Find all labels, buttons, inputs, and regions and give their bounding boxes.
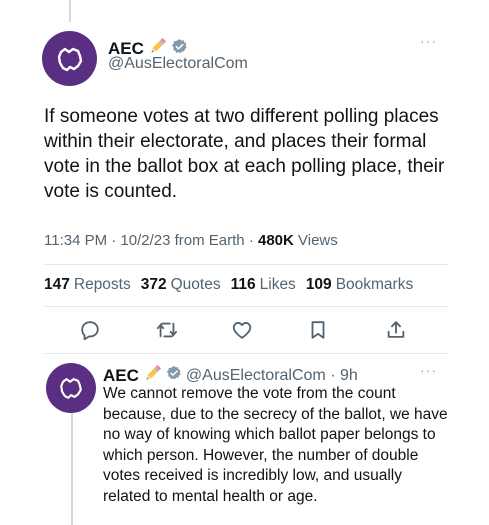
divider bbox=[44, 306, 448, 307]
views-label: Views bbox=[293, 232, 338, 249]
reply-tweet-text: We cannot remove the vote from the count… bbox=[103, 385, 448, 505]
tweet-timestamp[interactable]: 11:34 PM · 10/2/23 from Earth · bbox=[44, 232, 258, 249]
repost-icon[interactable] bbox=[155, 318, 179, 342]
verified-badge-icon bbox=[166, 365, 182, 386]
bookmarks-count: 109 bbox=[305, 276, 332, 293]
aec-avatar[interactable] bbox=[42, 31, 97, 86]
tweet-meta: 11:34 PM · 10/2/23 from Earth · 480K Vie… bbox=[44, 232, 338, 249]
reposts-count: 147 bbox=[44, 276, 70, 293]
reply-more-options-icon[interactable]: ··· bbox=[420, 362, 437, 378]
bookmark-icon[interactable] bbox=[306, 318, 330, 342]
reposts-label: Reposts bbox=[73, 276, 131, 293]
likes-stat[interactable]: 116 Likes bbox=[231, 276, 296, 294]
quotes-count: 372 bbox=[140, 276, 167, 293]
likes-count: 116 bbox=[230, 276, 256, 293]
bookmarks-stat[interactable]: 109 Bookmarks bbox=[306, 276, 413, 294]
quotes-stat[interactable]: 372 Quotes bbox=[141, 276, 221, 294]
divider bbox=[44, 264, 448, 265]
engagement-stats: 147 Reposts 372 Quotes 116 Likes 109 Bookmar… bbox=[44, 276, 423, 294]
aec-reply-avatar[interactable] bbox=[46, 363, 96, 413]
quotes-label: Quotes bbox=[170, 276, 221, 293]
more-options-icon[interactable]: ··· bbox=[420, 33, 437, 49]
views-count: 480K bbox=[257, 232, 294, 249]
main-tweet-text: If someone votes at two different pollin… bbox=[44, 106, 445, 202]
reply-display-name[interactable]: AEC bbox=[103, 366, 139, 386]
thread-line-bottom bbox=[71, 407, 73, 525]
aec-logo-icon bbox=[60, 378, 82, 399]
share-icon[interactable] bbox=[384, 318, 408, 342]
thread-line-top bbox=[69, 0, 71, 22]
reply-icon[interactable] bbox=[78, 318, 102, 342]
reply-handle-time[interactable]: @AusElectoralCom · 9h bbox=[186, 367, 358, 385]
aec-logo-icon bbox=[57, 47, 82, 71]
bookmarks-label: Bookmarks bbox=[335, 276, 414, 293]
reposts-stat[interactable]: 147 Reposts bbox=[44, 276, 131, 294]
like-icon[interactable] bbox=[230, 318, 254, 342]
likes-label: Likes bbox=[259, 276, 296, 293]
divider bbox=[44, 353, 448, 354]
main-handle[interactable]: @AusElectoralCom bbox=[108, 55, 248, 73]
action-bar bbox=[0, 318, 489, 342]
